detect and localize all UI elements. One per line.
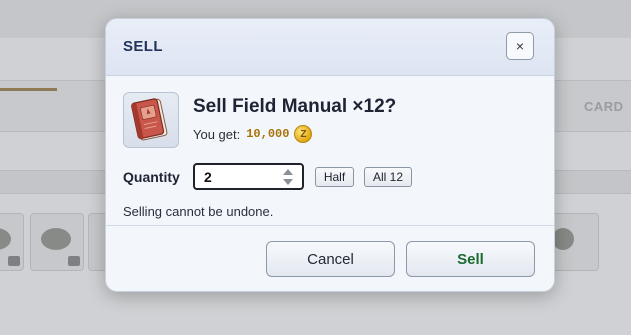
sell-button[interactable]: Sell: [406, 241, 535, 277]
sell-dialog: SELL × Sell Field Manual ×12? You get: 1…: [105, 18, 555, 292]
proceeds-label: You get:: [193, 126, 241, 142]
close-button[interactable]: ×: [506, 32, 534, 60]
proceeds-line: You get: 10,000 Z: [193, 125, 313, 143]
undo-warning: Selling cannot be undone.: [123, 204, 274, 219]
footer-divider: [106, 225, 554, 226]
item-heading: Sell Field Manual ×12?: [193, 96, 397, 117]
zeny-coin-icon: Z: [294, 125, 313, 143]
quantity-label: Quantity: [123, 169, 180, 185]
all-quantity-button[interactable]: All 12: [364, 167, 412, 187]
background-inventory-slot: [0, 213, 24, 271]
proceeds-amount: 10,000: [246, 127, 290, 141]
dialog-title: SELL: [123, 38, 163, 55]
quantity-stepper-icon[interactable]: [281, 167, 295, 187]
background-tab-indicator: [0, 88, 57, 91]
background-tab-card: CARD: [584, 99, 624, 114]
background-inventory-slot: [30, 213, 84, 271]
dialog-header: SELL ×: [106, 19, 554, 76]
half-quantity-button[interactable]: Half: [315, 167, 354, 187]
cancel-button[interactable]: Cancel: [266, 241, 395, 277]
field-manual-book-icon: [123, 92, 179, 148]
